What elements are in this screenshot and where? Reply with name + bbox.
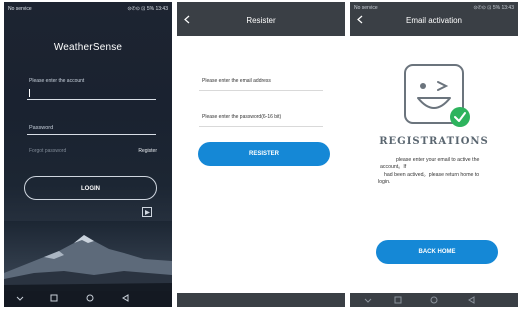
square-icon[interactable] bbox=[50, 294, 58, 302]
password-input-placeholder: Password bbox=[29, 125, 54, 131]
chevron-down-icon[interactable] bbox=[16, 294, 24, 302]
circle-icon[interactable] bbox=[430, 296, 438, 304]
register-link[interactable]: Register bbox=[138, 148, 157, 154]
system-nav-bar bbox=[4, 291, 172, 307]
triangle-back-icon[interactable] bbox=[122, 294, 130, 302]
bottom-bar bbox=[177, 293, 345, 307]
registrations-heading: REGISTRATIONS bbox=[379, 136, 489, 147]
square-icon[interactable] bbox=[394, 296, 402, 304]
app-logo: WeatherSense bbox=[53, 42, 123, 53]
message-line-3: had been actived。please return home to bbox=[384, 172, 480, 178]
circle-icon[interactable] bbox=[86, 294, 94, 302]
back-home-button[interactable]: BACK HOME bbox=[376, 240, 498, 264]
activation-screen: No service ⊙✆⊙ ⊡ 5% 13:43 Email activati… bbox=[350, 2, 518, 307]
chevron-down-icon[interactable] bbox=[364, 296, 372, 304]
status-carrier: No service bbox=[354, 5, 378, 11]
email-field-placeholder: Please enter the email address bbox=[202, 78, 271, 84]
message-line-4: login. bbox=[378, 179, 391, 185]
password-field[interactable] bbox=[199, 126, 323, 127]
account-input-placeholder: Please enter the account bbox=[29, 78, 85, 84]
password-field-placeholder: Please enter the password(6-16 bit) bbox=[202, 114, 282, 120]
page-title: Resister bbox=[246, 16, 276, 25]
title-bar: No service ⊙✆⊙ ⊡ 5% 13:43 Email activati… bbox=[350, 2, 518, 36]
play-icon bbox=[145, 210, 150, 215]
status-carrier: No service bbox=[8, 6, 32, 12]
message-line-1: please enter your email to active the bbox=[396, 157, 480, 163]
register-button[interactable]: RESISTER bbox=[198, 142, 330, 166]
message-line-2: account。If bbox=[380, 164, 407, 170]
winking-face-icon bbox=[404, 64, 470, 127]
account-input[interactable] bbox=[27, 99, 156, 100]
password-input[interactable] bbox=[27, 134, 156, 135]
title-bar: Resister bbox=[177, 2, 345, 36]
login-button[interactable]: LOGIN bbox=[24, 176, 157, 200]
play-video-button[interactable] bbox=[142, 207, 152, 217]
login-screen: No service ⊙✆⊙ ⊡ 5% 13:43 WeatherSense P… bbox=[4, 2, 172, 307]
forgot-password-link[interactable]: Forgot password bbox=[29, 148, 66, 154]
register-screen: Resister Please enter the email address … bbox=[177, 2, 345, 307]
mountain-landscape bbox=[4, 221, 172, 291]
email-field[interactable] bbox=[199, 90, 323, 91]
page-title: Email activation bbox=[405, 16, 463, 25]
status-bar: No service ⊙✆⊙ ⊡ 5% 13:43 bbox=[4, 2, 172, 16]
system-nav-bar bbox=[350, 293, 518, 307]
triangle-back-icon[interactable] bbox=[468, 296, 476, 304]
status-indicators: ⊙✆⊙ ⊡ 5% 13:43 bbox=[127, 6, 168, 12]
status-indicators: ⊙✆⊙ ⊡ 5% 13:43 bbox=[473, 5, 514, 11]
text-cursor bbox=[29, 89, 30, 97]
